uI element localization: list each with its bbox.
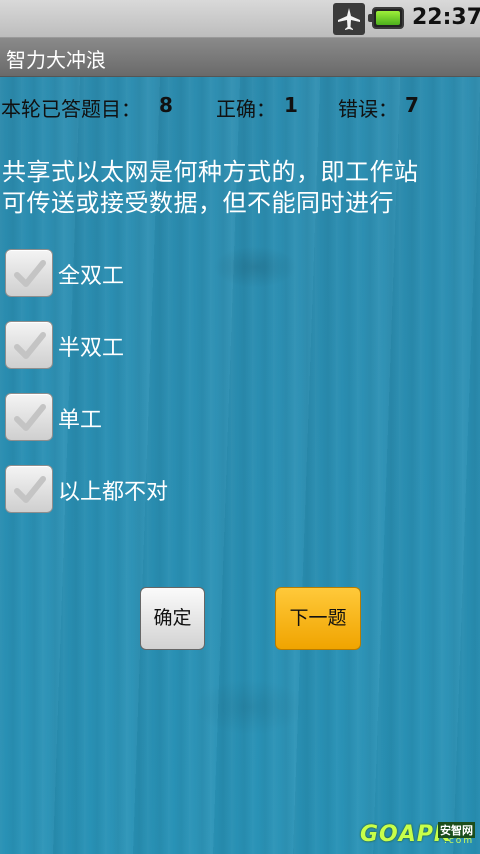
option-1[interactable]: 全双工 xyxy=(5,249,305,297)
question-line-2: 可传送或接受数据，但不能同时进行 xyxy=(2,189,394,217)
option-4[interactable]: 以上都不对 xyxy=(5,465,305,513)
app-title-bar: 智力大冲浪 xyxy=(0,38,480,77)
answered-value: 8 xyxy=(159,93,173,117)
quiz-content: 本轮已答题目： 8 正确： 1 错误： 7 共享式以太网是何种方式的，即工作站 … xyxy=(0,77,480,854)
question-line-1: 共享式以太网是何种方式的，即工作站 xyxy=(2,158,419,186)
battery-icon xyxy=(368,7,404,29)
option-label-2: 半双工 xyxy=(58,336,125,361)
checkbox-option-2[interactable] xyxy=(5,321,53,369)
check-icon xyxy=(14,332,46,359)
checkbox-option-3[interactable] xyxy=(5,393,53,441)
checkbox-option-1[interactable] xyxy=(5,249,53,297)
check-icon xyxy=(14,260,46,287)
goapk-watermark-logo: GOAPK 安智网 .com xyxy=(360,822,480,850)
status-time: 22:37 xyxy=(412,5,480,30)
option-3[interactable]: 单工 xyxy=(5,393,305,441)
next-question-button[interactable]: 下一题 xyxy=(275,587,361,650)
correct-value: 1 xyxy=(284,93,298,117)
app-title: 智力大冲浪 xyxy=(6,48,106,72)
wrong-label: 错误： xyxy=(338,97,398,121)
confirm-button[interactable]: 确定 xyxy=(140,587,205,650)
status-bar: 22:37 xyxy=(0,0,480,38)
option-label-1: 全双工 xyxy=(58,264,125,289)
check-icon xyxy=(14,476,46,503)
checkbox-option-4[interactable] xyxy=(5,465,53,513)
score-stats: 本轮已答题目： 8 正确： 1 错误： 7 xyxy=(0,93,480,123)
correct-label: 正确： xyxy=(216,97,276,121)
watermark-domain: .com xyxy=(444,836,475,846)
check-icon xyxy=(14,404,46,431)
option-label-3: 单工 xyxy=(58,408,103,433)
wrong-value: 7 xyxy=(405,93,419,117)
question-text: 共享式以太网是何种方式的，即工作站 可传送或接受数据，但不能同时进行 xyxy=(2,157,472,219)
option-2[interactable]: 半双工 xyxy=(5,321,305,369)
airplane-mode-icon xyxy=(333,3,365,35)
option-label-4: 以上都不对 xyxy=(58,480,169,505)
answered-label: 本轮已答题目： xyxy=(1,97,141,121)
